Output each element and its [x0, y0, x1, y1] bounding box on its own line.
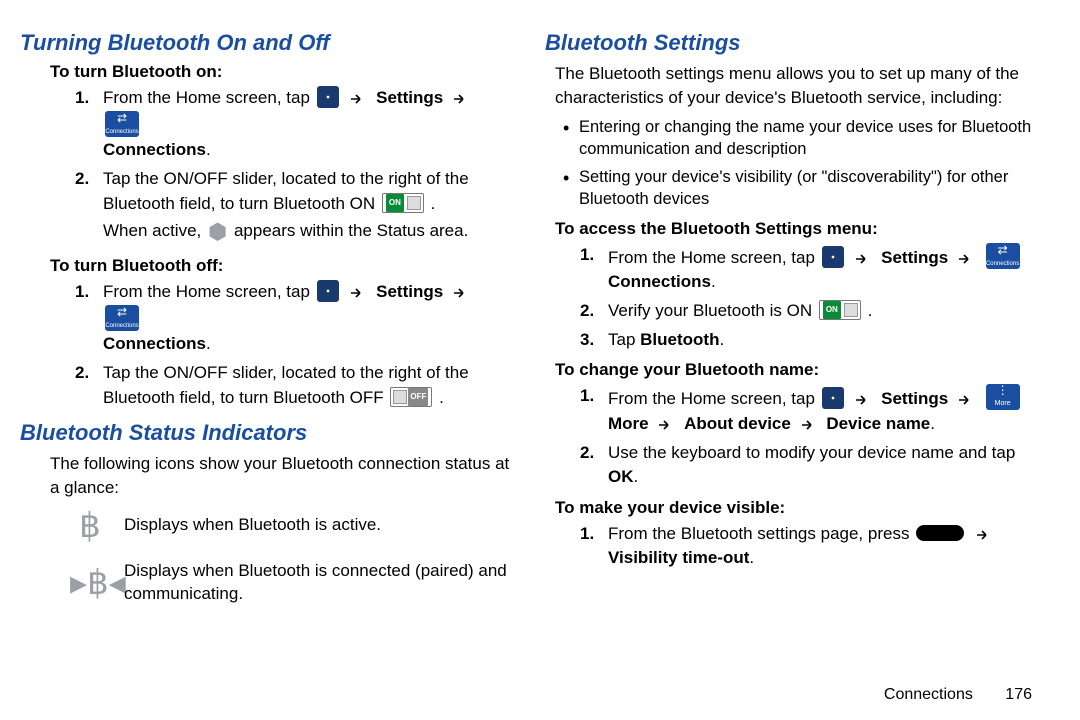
label-settings: Settings: [376, 88, 443, 107]
apps-icon: [822, 387, 844, 409]
label-more: More: [608, 414, 649, 433]
step-off-2: Tap the ON/OFF slider, located to the ri…: [75, 361, 515, 410]
indicator-row-paired: ▸฿◂ Displays when Bluetooth is connected…: [70, 560, 515, 606]
period: .: [711, 272, 716, 291]
left-column: Turning Bluetooth On and Off To turn Blu…: [20, 30, 515, 620]
right-column: Bluetooth Settings The Bluetooth setting…: [545, 30, 1040, 620]
label-connections: Connections: [103, 140, 206, 159]
arrow-icon: [856, 253, 870, 265]
label-ok: OK: [608, 467, 634, 486]
arrow-icon: [802, 419, 816, 431]
step-off-1: From the Home screen, tap Settings Conne…: [75, 280, 515, 357]
subhead-turn-on: To turn Bluetooth on:: [50, 62, 515, 82]
bluetooth-paired-icon: ▸฿◂: [70, 563, 110, 603]
label-visibility-timeout: Visibility time-out: [608, 548, 749, 567]
indicator-desc: Displays when Bluetooth is active.: [124, 514, 515, 537]
step-change-2: Use the keyboard to modify your device n…: [580, 441, 1040, 490]
period: .: [206, 140, 211, 159]
period: .: [749, 548, 754, 567]
arrow-icon: [454, 287, 468, 299]
bullet-name: Entering or changing the name your devic…: [563, 116, 1040, 161]
heading-status-indicators: Bluetooth Status Indicators: [20, 420, 515, 446]
steps-turn-off: From the Home screen, tap Settings Conne…: [75, 280, 515, 410]
arrow-icon: [977, 529, 991, 541]
bluetooth-status-icon: ⬢: [208, 219, 227, 244]
steps-change-name: From the Home screen, tap Settings More …: [580, 384, 1040, 490]
steps-access: From the Home screen, tap Settings Conne…: [580, 243, 1040, 353]
connections-icon: [105, 111, 139, 137]
label-device-name: Device name: [826, 414, 930, 433]
connections-icon: [986, 243, 1020, 269]
period: .: [719, 330, 724, 349]
step-access-1: From the Home screen, tap Settings Conne…: [580, 243, 1040, 295]
arrow-icon: [959, 394, 973, 406]
label-settings: Settings: [881, 389, 948, 408]
text: From the Home screen, tap: [103, 88, 315, 107]
indicator-intro: The following icons show your Bluetooth …: [50, 452, 515, 500]
arrow-icon: [959, 253, 973, 265]
apps-icon: [317, 280, 339, 302]
subhead-turn-off: To turn Bluetooth off:: [50, 256, 515, 276]
settings-bullets: Entering or changing the name your devic…: [563, 116, 1040, 211]
arrow-icon: [351, 93, 365, 105]
step-visible-1: From the Bluetooth settings page, press …: [580, 522, 1040, 571]
step-on-2: Tap the ON/OFF slider, located to the ri…: [75, 167, 515, 248]
page-footer: Connections 176: [884, 686, 1032, 704]
indicator-row-active: ฿ Displays when Bluetooth is active.: [70, 506, 515, 546]
arrow-icon: [351, 287, 365, 299]
text: When active,: [103, 221, 206, 240]
label-bluetooth: Bluetooth: [640, 330, 719, 349]
on-toggle-icon: [819, 300, 861, 320]
menu-button-icon: [916, 525, 964, 541]
label-settings: Settings: [376, 282, 443, 301]
subhead-access-menu: To access the Bluetooth Settings menu:: [555, 219, 1040, 239]
step-access-2: Verify your Bluetooth is ON .: [580, 299, 1040, 324]
label-settings: Settings: [881, 248, 948, 267]
period: .: [206, 334, 211, 353]
indicator-desc: Displays when Bluetooth is connected (pa…: [124, 560, 515, 606]
subhead-change-name: To change your Bluetooth name:: [555, 360, 1040, 380]
text: Verify your Bluetooth is ON: [608, 301, 817, 320]
settings-intro: The Bluetooth settings menu allows you t…: [555, 62, 1040, 110]
footer-page-number: 176: [1005, 686, 1032, 703]
step-on-1: From the Home screen, tap Settings Conne…: [75, 86, 515, 163]
period: .: [431, 194, 436, 213]
off-toggle-icon: [390, 387, 432, 407]
bluetooth-active-icon: ฿: [70, 506, 110, 546]
period: .: [439, 388, 444, 407]
text: From the Home screen, tap: [608, 248, 820, 267]
connections-icon: [105, 305, 139, 331]
apps-icon: [317, 86, 339, 108]
label-about-device: About device: [684, 414, 791, 433]
on-toggle-icon: [382, 193, 424, 213]
label-connections: Connections: [103, 334, 206, 353]
text: Tap: [608, 330, 640, 349]
period: .: [868, 301, 873, 320]
heading-bluetooth-settings: Bluetooth Settings: [545, 30, 1040, 56]
text: appears within the Status area.: [234, 221, 468, 240]
heading-turning-bluetooth: Turning Bluetooth On and Off: [20, 30, 515, 56]
text: From the Home screen, tap: [103, 282, 315, 301]
arrow-icon: [659, 419, 673, 431]
bullet-visibility: Setting your device's visibility (or "di…: [563, 166, 1040, 211]
period: .: [634, 467, 639, 486]
text: From the Bluetooth settings page, press: [608, 524, 914, 543]
text: Use the keyboard to modify your device n…: [608, 443, 1015, 462]
arrow-icon: [454, 93, 468, 105]
text: From the Home screen, tap: [608, 389, 820, 408]
footer-section: Connections: [884, 686, 973, 703]
label-connections: Connections: [608, 272, 711, 291]
steps-turn-on: From the Home screen, tap Settings Conne…: [75, 86, 515, 248]
more-icon: [986, 384, 1020, 410]
step-change-1: From the Home screen, tap Settings More …: [580, 384, 1040, 436]
apps-icon: [822, 246, 844, 268]
arrow-icon: [856, 394, 870, 406]
step-access-3: Tap Bluetooth.: [580, 328, 1040, 353]
steps-visible: From the Bluetooth settings page, press …: [580, 522, 1040, 571]
period: .: [930, 414, 935, 433]
subhead-make-visible: To make your device visible:: [555, 498, 1040, 518]
